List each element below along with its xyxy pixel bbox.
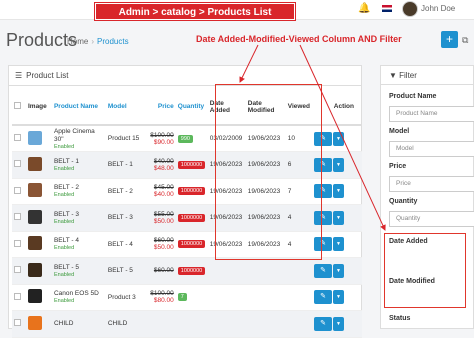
annotation-arrows <box>239 44 386 231</box>
arrow-to-filters <box>299 44 386 231</box>
arrow-to-columns <box>239 44 259 83</box>
